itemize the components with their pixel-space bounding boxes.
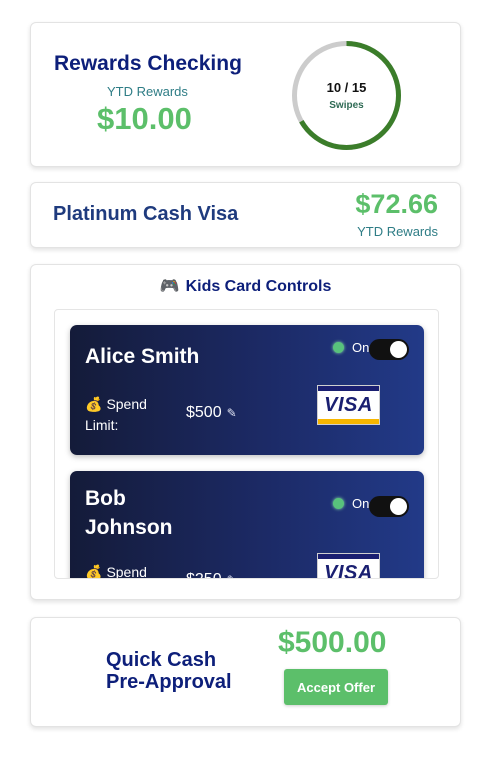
spend-limit-label: 💰Spend Limit: [85, 396, 147, 433]
platinum-amount: $72.66 [355, 189, 438, 219]
status-dot-icon [333, 498, 344, 509]
kid-name: Bob Johnson [85, 487, 173, 539]
platinum-cash-visa-card[interactable]: Platinum Cash Visa $72.66 YTD Rewards [30, 182, 461, 248]
card-status: On [333, 340, 369, 355]
edit-icon[interactable]: ✎ [227, 406, 237, 420]
toggle-knob [390, 498, 407, 515]
quick-cash-amount: $500.00 [278, 626, 387, 659]
swipes-progress-ring: 10 / 15 Swipes [290, 39, 403, 152]
rewards-checking-amount: $10.00 [97, 101, 192, 136]
visa-logo: VISA [317, 385, 380, 425]
quick-cash-title: Quick Cash Pre-Approval [106, 649, 232, 693]
status-dot-icon [333, 342, 344, 353]
quick-cash-card: Quick Cash Pre-Approval $500.00 Accept O… [30, 617, 461, 727]
kids-cards-scroll-area[interactable]: Alice Smith On 💰 Spend Limit: $500 ✎ VISA … [54, 309, 439, 579]
status-text: On [352, 496, 370, 511]
edit-icon[interactable]: ✎ [227, 573, 237, 578]
status-text: On [352, 340, 370, 355]
spend-limit-value[interactable]: $250✎ [186, 571, 237, 578]
rewards-checking-title: Rewards Checking [54, 52, 242, 75]
accept-offer-button[interactable]: Accept Offer [284, 669, 388, 705]
money-bag-icon: 💰 [85, 564, 103, 579]
kid-card-bob: Bob Johnson On 💰Spend Limit: $250✎ VISA [70, 471, 424, 579]
platinum-title: Platinum Cash Visa [53, 203, 239, 225]
money-bag-icon: 💰 [85, 396, 103, 412]
kid-card-alice: Alice Smith On 💰 Spend Limit: $500 ✎ VISA [70, 325, 424, 455]
spend-limit-label: 💰Spend Limit: [85, 564, 147, 579]
kids-header: 🎮 Kids Card Controls [31, 276, 460, 296]
card-enable-toggle[interactable] [369, 496, 409, 517]
toggle-knob [390, 341, 407, 358]
spend-limit-value[interactable]: $500 ✎ [186, 404, 237, 422]
card-enable-toggle[interactable] [369, 339, 409, 360]
kids-card-controls: 🎮 Kids Card Controls Alice Smith On 💰 Spen… [30, 264, 461, 600]
platinum-subtitle: YTD Rewards [357, 224, 438, 239]
visa-logo: VISA [317, 553, 380, 578]
kid-name: Alice Smith [85, 345, 200, 368]
kids-header-label: Kids Card Controls [185, 278, 332, 295]
rewards-checking-card: Rewards Checking YTD Rewards $10.00 10 /… [30, 22, 461, 167]
swipes-count: 10 / 15 [326, 80, 367, 95]
rewards-checking-subtitle: YTD Rewards [107, 84, 188, 99]
gamepad-icon: 🎮 [159, 278, 180, 295]
swipes-label: Swipes [329, 100, 364, 111]
card-status: On [333, 496, 369, 511]
